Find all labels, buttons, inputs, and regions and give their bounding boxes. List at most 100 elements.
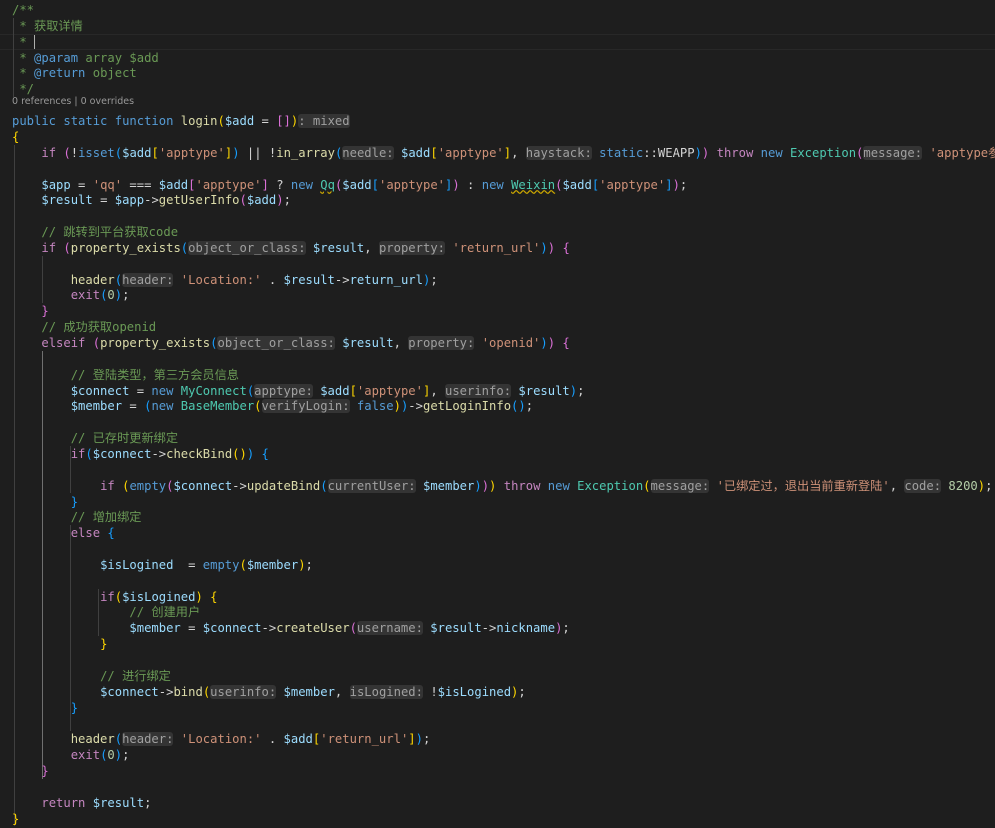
code-token: *: [12, 34, 35, 49]
code-token: ;: [430, 272, 438, 287]
code-token: object: [85, 66, 137, 81]
code-line[interactable]: */: [12, 81, 34, 97]
code-line[interactable]: // 创建用户: [12, 604, 200, 620]
code-token: $member: [422, 478, 475, 493]
code-token: ): [298, 557, 306, 572]
code-line[interactable]: $member = (new BaseMember(verifyLogin: f…: [12, 398, 533, 414]
code-line[interactable]: }: [12, 763, 48, 779]
code-token: !: [70, 145, 79, 160]
code-token: $connect: [173, 478, 233, 493]
code-line[interactable]: // 增加绑定: [12, 509, 142, 525]
code-line[interactable]: }: [12, 303, 48, 319]
code-line[interactable]: // 已存时更新绑定: [12, 430, 178, 446]
code-token: ): [232, 145, 240, 160]
code-token: ): [694, 145, 702, 160]
code-token: 0: [107, 748, 115, 763]
code-token: {: [562, 336, 570, 350]
code-line[interactable]: $isLogined = empty($member);: [12, 557, 313, 573]
code-token: bind: [173, 684, 203, 699]
code-token: 'apptype参数错误: [929, 145, 995, 160]
code-line[interactable]: if($isLogined) {: [12, 589, 217, 605]
code-line[interactable]: $app = 'qq' === $add['apptype'] ? new Qq…: [12, 177, 687, 193]
code-token: (: [349, 621, 357, 636]
code-line[interactable]: elseif (property_exists(object_or_class:…: [12, 335, 570, 351]
code-line[interactable]: else {: [12, 525, 115, 541]
code-token: [: [151, 145, 159, 160]
code-line[interactable]: }: [12, 636, 107, 652]
code-token: // 增加绑定: [70, 510, 142, 525]
code-token: }: [70, 700, 79, 715]
code-line[interactable]: exit(0);: [12, 287, 130, 303]
code-token: ===: [122, 177, 159, 192]
code-line[interactable]: $connect = new MyConnect(apptype: $add['…: [12, 383, 584, 399]
code-token: array $add: [78, 50, 159, 65]
code-token: $member: [70, 399, 123, 414]
code-line[interactable]: }: [12, 494, 78, 510]
code-token: ): [474, 478, 482, 493]
code-line[interactable]: * 获取详情: [12, 18, 82, 34]
code-line[interactable]: // 跳转到平台获取code: [12, 224, 178, 240]
code-token: header: [70, 732, 115, 747]
code-line[interactable]: return $result;: [12, 795, 151, 811]
code-token: =: [92, 193, 115, 208]
code-line[interactable]: /**: [12, 2, 34, 18]
code-token: $add: [320, 383, 350, 398]
code-token: nickname: [496, 621, 556, 636]
code-line[interactable]: $member = $connect->createUser(username:…: [12, 620, 570, 636]
code-line[interactable]: // 成功获取openid: [12, 319, 156, 335]
code-line[interactable]: * @param array $add: [12, 50, 159, 66]
code-line[interactable]: exit(0);: [12, 747, 130, 763]
code-line[interactable]: if (!isset($add['apptype']) || !in_array…: [12, 145, 995, 161]
code-editor[interactable]: 0 references | 0 overrides /** * 获取详情 * …: [0, 0, 995, 828]
code-line[interactable]: if (empty($connect->updateBind(currentUs…: [12, 478, 992, 494]
code-token: // 创建用户: [129, 605, 201, 620]
code-token: ;: [985, 478, 993, 493]
code-token: ): [540, 240, 548, 255]
code-line[interactable]: $result = $app->getUserInfo($add);: [12, 192, 291, 208]
code-line[interactable]: // 登陆类型，第三方会员信息: [12, 367, 239, 383]
code-line[interactable]: if($connect->checkBind()) {: [12, 446, 269, 462]
code-token: ;: [144, 795, 152, 810]
code-token: (: [114, 589, 123, 604]
code-line[interactable]: header(header: 'Location:' . $result->re…: [12, 272, 438, 288]
code-line[interactable]: *: [12, 34, 34, 50]
code-token: ->: [481, 621, 497, 636]
code-line[interactable]: * @return object: [12, 65, 137, 81]
code-line[interactable]: public static function login($add = []):…: [12, 113, 350, 129]
code-token: ->: [232, 478, 247, 493]
code-line[interactable]: if (property_exists(object_or_class: $re…: [12, 240, 570, 256]
code-line[interactable]: header(header: 'Location:' . $add['retur…: [12, 731, 430, 747]
code-token: static: [599, 145, 644, 160]
code-line[interactable]: {: [12, 129, 19, 145]
code-token: $add: [122, 145, 152, 160]
code-line[interactable]: // 进行绑定: [12, 668, 171, 684]
code-token: 8200: [948, 478, 978, 493]
code-token: .: [261, 732, 284, 747]
code-token: ): [481, 478, 490, 493]
code-token: $add: [158, 177, 189, 192]
code-line[interactable]: $connect->bind(userinfo: $member, isLogi…: [12, 684, 526, 700]
code-token: $member: [283, 684, 335, 699]
code-token: 'return_url': [320, 732, 409, 747]
code-line[interactable]: }: [12, 811, 19, 827]
code-token: ): [393, 399, 401, 414]
code-token: =: [254, 114, 277, 129]
code-token: */: [12, 82, 35, 97]
code-line[interactable]: }: [12, 700, 78, 716]
code-token: getUserInfo: [158, 193, 240, 208]
code-token: ,: [393, 336, 409, 350]
